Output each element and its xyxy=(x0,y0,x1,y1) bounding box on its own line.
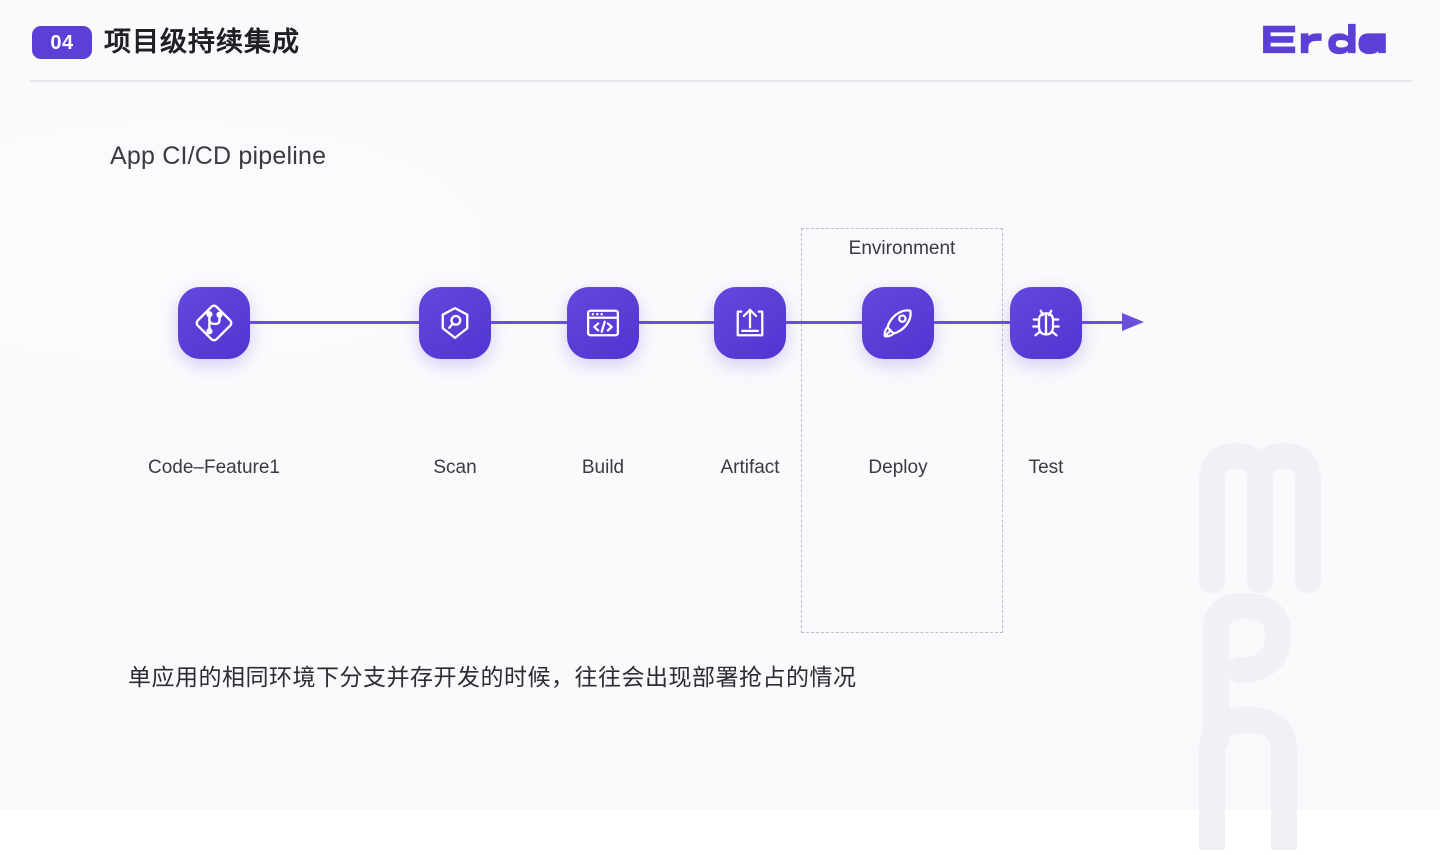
rocket-icon xyxy=(862,287,934,359)
erda-logo xyxy=(1261,22,1386,56)
pipeline-arrow-icon xyxy=(1122,313,1144,331)
git-branch-icon xyxy=(178,287,250,359)
page-title: 项目级持续集成 xyxy=(104,27,300,57)
slide-caption: 单应用的相同环境下分支并存开发的时候，往往会出现部署抢占的情况 xyxy=(128,664,857,690)
code-window-icon xyxy=(567,287,639,359)
ci-cd-pipeline-diagram: Environment Code–Feature1 Scan Build Art… xyxy=(0,210,1440,640)
pipeline-step-artifact[interactable]: Artifact xyxy=(714,287,786,478)
pipeline-subtitle: App CI/CD pipeline xyxy=(110,142,327,170)
pipeline-step-label: Code–Feature1 xyxy=(147,457,281,478)
upload-box-icon xyxy=(714,287,786,359)
pipeline-step-code[interactable]: Code–Feature1 xyxy=(148,287,280,478)
pipeline-step-build[interactable]: Build xyxy=(567,287,639,478)
pipeline-flow-line xyxy=(214,321,1126,324)
shield-scan-icon xyxy=(419,287,491,359)
header-divider xyxy=(30,80,1412,82)
pipeline-step-deploy[interactable]: Deploy xyxy=(862,287,934,478)
pipeline-step-scan[interactable]: Scan xyxy=(419,287,491,478)
pipeline-step-test[interactable]: Test xyxy=(1010,287,1082,478)
pipeline-step-label: Test xyxy=(1028,457,1064,478)
section-number-badge: 04 xyxy=(32,26,92,59)
environment-group-label: Environment xyxy=(848,238,956,259)
bug-icon xyxy=(1010,287,1082,359)
slide-header: 04 项目级持续集成 xyxy=(0,0,1440,82)
